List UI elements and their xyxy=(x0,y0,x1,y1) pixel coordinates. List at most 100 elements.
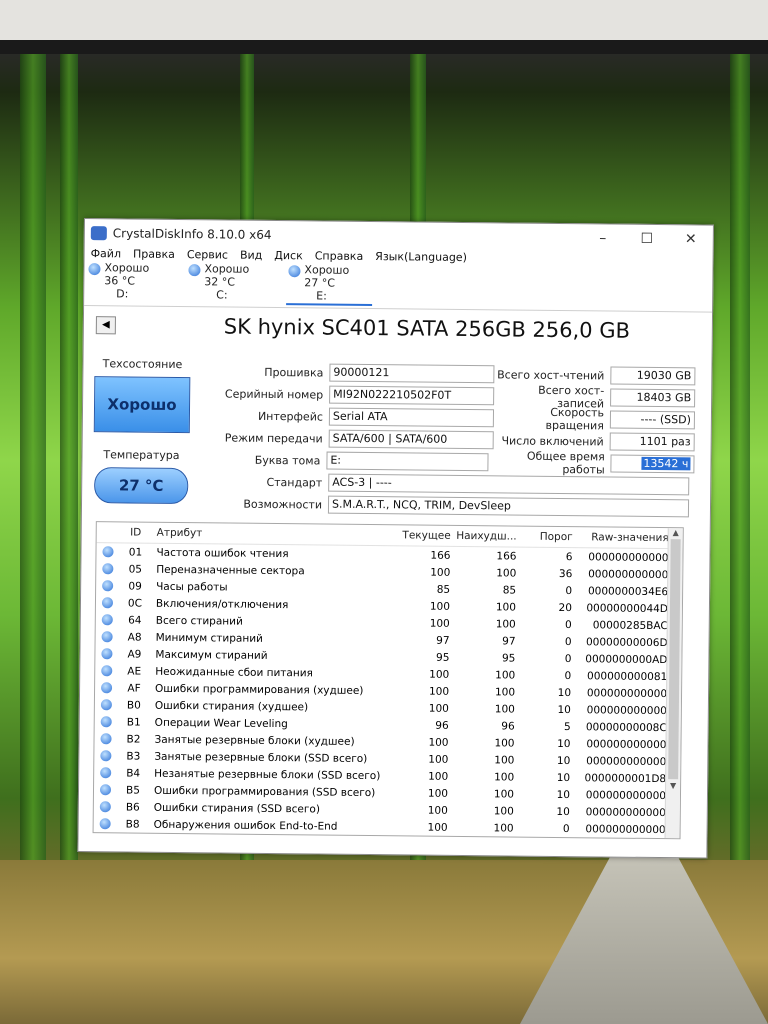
attr-current: 166 xyxy=(430,549,451,562)
attr-threshold: 0 xyxy=(564,652,572,665)
col-current[interactable]: Текущее xyxy=(393,529,450,542)
attr-raw: 00000000006D xyxy=(585,635,668,649)
disk-tab-c[interactable]: Хорошо 32 °C C: xyxy=(186,262,272,305)
features-label: Возможности xyxy=(243,497,323,512)
menu-disk[interactable]: Диск xyxy=(274,249,303,263)
attr-current: 96 xyxy=(435,719,449,732)
temperature-button[interactable]: 27 °C xyxy=(94,467,189,505)
status-cell xyxy=(95,699,117,711)
previous-disk-button[interactable]: ◀ xyxy=(95,316,116,335)
attr-name: Операции Wear Leveling xyxy=(154,716,288,730)
scroll-up-icon[interactable]: ▲ xyxy=(669,528,683,537)
interface-label: Интерфейс xyxy=(257,409,324,424)
disk-tab-e[interactable]: Хорошо 27 °C E: xyxy=(286,263,373,307)
attr-id: A9 xyxy=(127,647,142,661)
attr-name: Неожиданные сбои питания xyxy=(155,665,313,679)
attr-id: BB xyxy=(115,835,149,839)
power-hours-value[interactable]: 13542 ч xyxy=(610,454,695,474)
scroll-thumb[interactable] xyxy=(668,539,681,780)
attr-raw: 00000000008C xyxy=(585,720,667,734)
col-id[interactable]: ID xyxy=(119,526,153,539)
attr-threshold: 0 xyxy=(565,618,572,631)
menu-edit[interactable]: Правка xyxy=(133,248,175,262)
col-raw[interactable]: Raw-значения xyxy=(573,531,669,544)
disk-model: SK hynix SC401 SATA 256GB 256,0 GB xyxy=(223,314,631,343)
status-good-icon xyxy=(101,546,114,558)
ceiling xyxy=(0,0,768,42)
attr-id: AF xyxy=(127,681,141,695)
status-cell xyxy=(95,716,117,728)
status-good-icon xyxy=(101,614,113,626)
disk-info-panel: Прошивка 90000121 Всего хост-чтений 1903… xyxy=(194,360,696,519)
attr-worst: 100 xyxy=(493,804,514,818)
attr-current: 100 xyxy=(430,566,451,579)
attr-worst: 100 xyxy=(495,600,517,614)
attr-raw: 00000285BAC xyxy=(592,618,668,632)
attr-worst: 100 xyxy=(494,753,515,767)
smart-table[interactable]: ID Атрибут Текущее Наихудш... Порог Raw-… xyxy=(92,521,684,840)
attr-id: 0C xyxy=(127,596,143,610)
disk-selector: Хорошо 36 °C D: Хорошо 32 °C C: Хорошо 2… xyxy=(84,261,712,310)
disk-tab-d[interactable]: Хорошо 36 °C D: xyxy=(86,261,172,304)
menu-language[interactable]: Язык(Language) xyxy=(375,250,467,265)
menu-help[interactable]: Справка xyxy=(315,249,364,264)
status-good-icon xyxy=(100,665,112,677)
attr-name: Занятые резервные блоки (худшее) xyxy=(154,733,355,748)
attr-worst: 100 xyxy=(494,702,515,716)
standard-value: ACS-3 | ---- xyxy=(328,473,690,496)
disk-letter: C: xyxy=(216,288,228,302)
attr-current: 100 xyxy=(428,753,449,766)
crystaldiskinfo-window[interactable]: CrystalDiskInfo 8.10.0 x64 – ☐ ✕ Файл Пр… xyxy=(77,218,714,859)
attr-threshold: 10 xyxy=(557,686,572,699)
attr-id: B6 xyxy=(125,800,140,814)
disk-status: Хорошо xyxy=(304,263,350,277)
attr-threshold: 5 xyxy=(563,720,571,733)
attr-worst: 100 xyxy=(495,617,516,631)
drive-letter-value: E: xyxy=(326,451,489,472)
attr-raw: 000000000000 xyxy=(586,737,667,751)
attr-current: 100 xyxy=(428,702,449,715)
attr-raw: 00000000044D xyxy=(586,601,669,615)
status-good-icon xyxy=(101,631,113,643)
transfer-label: Режим передачи xyxy=(224,430,323,446)
status-cell xyxy=(94,733,116,745)
attr-id: B5 xyxy=(125,783,141,797)
status-good-icon xyxy=(101,597,113,609)
disk-temp: 32 °C xyxy=(204,275,236,289)
attr-name: Незанятые резервные блоки (SSD всего) xyxy=(154,767,381,782)
col-worst[interactable]: Наихудш... xyxy=(451,530,517,543)
attr-current: 85 xyxy=(436,583,451,596)
status-cell xyxy=(94,767,116,779)
attr-name: Обнаружения ошибок End-to-End xyxy=(153,818,338,833)
window-title: CrystalDiskInfo 8.10.0 x64 xyxy=(112,226,272,242)
status-good-icon xyxy=(99,784,111,796)
attr-current: 95 xyxy=(435,651,450,664)
attr-name: Ошибки программирования (худшее) xyxy=(155,682,364,697)
status-good-icon xyxy=(99,733,112,745)
attr-worst: 100 xyxy=(496,566,517,580)
scroll-down-icon[interactable]: ▼ xyxy=(666,781,680,790)
attr-threshold: 0 xyxy=(564,635,572,648)
menu-file[interactable]: Файл xyxy=(91,247,122,261)
menu-view[interactable]: Вид xyxy=(240,249,262,263)
attr-threshold: 10 xyxy=(556,805,570,818)
attr-raw: 000000000000 xyxy=(588,567,669,581)
attr-id: B3 xyxy=(126,749,141,763)
attr-raw: 0000000001D8 xyxy=(584,771,667,785)
col-threshold[interactable]: Порог xyxy=(517,531,573,543)
close-button[interactable]: ✕ xyxy=(669,231,713,247)
smart-scrollbar[interactable]: ▲ ▼ xyxy=(664,528,683,839)
menu-service[interactable]: Сервис xyxy=(187,248,228,262)
attr-current: 100 xyxy=(428,736,449,749)
col-attribute[interactable]: Атрибут xyxy=(153,527,393,542)
maximize-button[interactable]: ☐ xyxy=(625,231,669,247)
status-cell xyxy=(96,597,118,609)
attr-current: 100 xyxy=(427,804,448,817)
power-hours-selected-text: 13542 ч xyxy=(641,456,691,471)
status-cell xyxy=(94,801,116,813)
wallpaper-bamboo xyxy=(730,54,750,874)
attr-worst: 97 xyxy=(502,634,516,648)
minimize-button[interactable]: – xyxy=(581,230,625,246)
attr-name: Включения/отключения xyxy=(155,597,289,611)
health-status-button[interactable]: Хорошо xyxy=(93,376,191,434)
